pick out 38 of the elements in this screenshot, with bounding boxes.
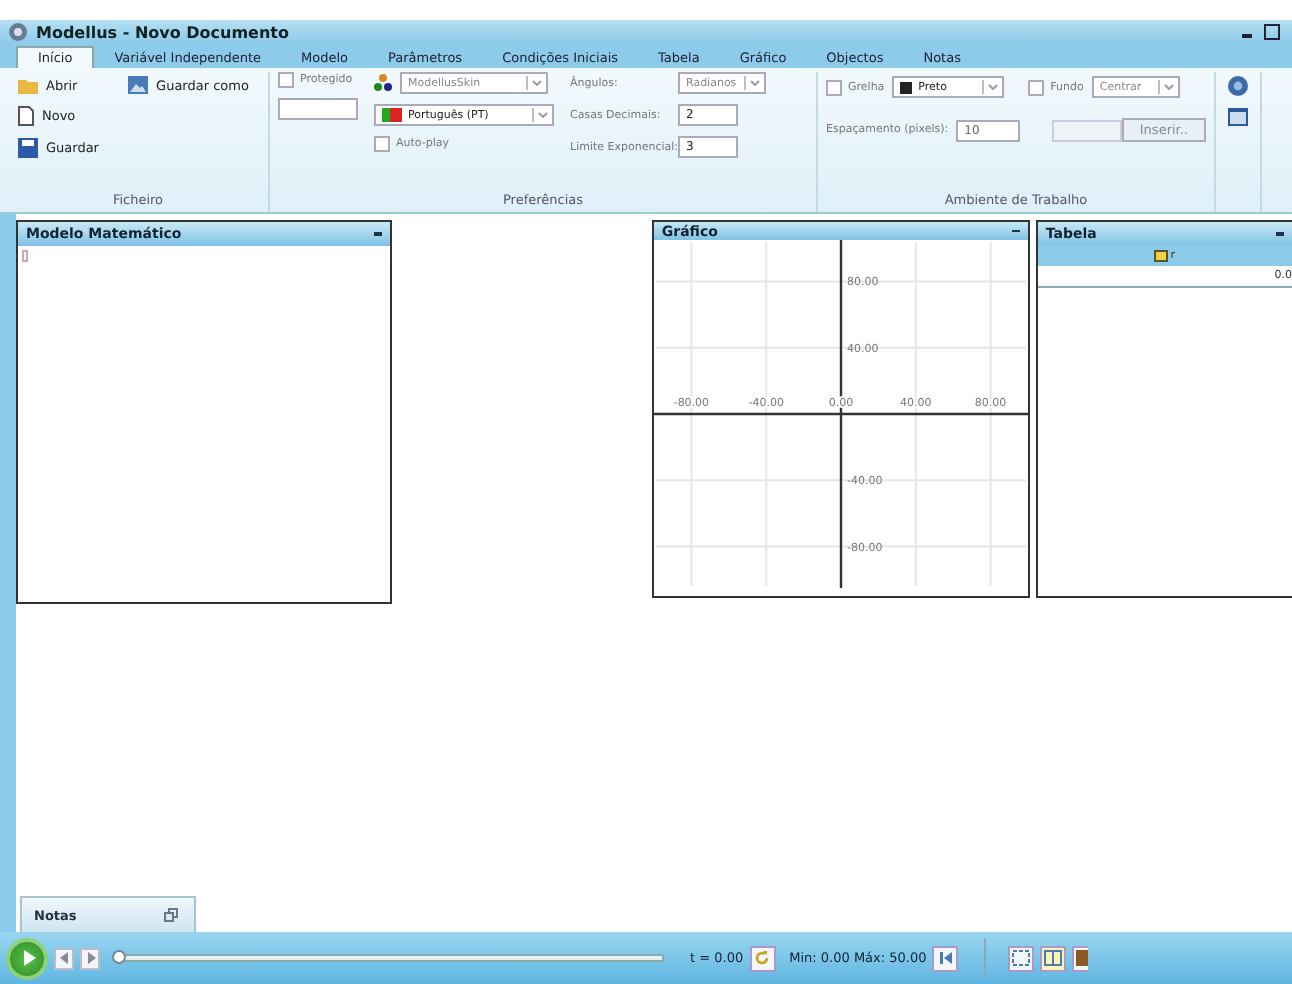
window-title: Modellus - Novo Documento — [36, 23, 289, 41]
page-icon — [18, 106, 34, 126]
skip-end-icon — [937, 950, 954, 966]
right-arrow-icon — [85, 952, 95, 964]
picture-icon — [128, 76, 149, 94]
step-forward-button[interactable] — [80, 947, 100, 969]
app-icon[interactable] — [8, 22, 28, 42]
caret-icon — [988, 84, 999, 90]
minimize-icon[interactable] — [1011, 229, 1020, 233]
caret-icon — [750, 80, 760, 86]
step-back-button[interactable] — [54, 947, 74, 969]
time-slider[interactable] — [114, 954, 664, 962]
help-icon[interactable] — [1228, 76, 1248, 96]
minimize-icon[interactable] — [373, 232, 382, 236]
play-button[interactable] — [6, 937, 48, 979]
left-arrow-icon — [59, 952, 69, 964]
restore-icon[interactable] — [164, 908, 178, 922]
caret-icon — [1163, 84, 1174, 90]
columns-icon — [1044, 950, 1063, 966]
caret-icon — [538, 112, 548, 118]
palette-icon — [374, 74, 392, 92]
layout-button[interactable] — [1040, 945, 1067, 971]
end-button[interactable] — [932, 945, 959, 971]
window-icon[interactable] — [1228, 108, 1248, 126]
input-field[interactable] — [1052, 119, 1122, 141]
play-icon — [21, 948, 37, 968]
text-cursor — [22, 250, 28, 262]
caret-icon — [532, 80, 542, 86]
layout-button[interactable] — [1072, 945, 1089, 971]
flag-icon — [382, 108, 402, 122]
refresh-icon — [754, 950, 771, 966]
input-field[interactable] — [278, 98, 358, 120]
folder-icon — [18, 76, 38, 94]
dashed-frame-icon — [1012, 950, 1031, 966]
reset-button[interactable] — [749, 945, 776, 971]
maximize-icon[interactable] — [1264, 24, 1280, 40]
square-icon — [1075, 950, 1088, 966]
layout-button[interactable] — [1008, 945, 1035, 971]
